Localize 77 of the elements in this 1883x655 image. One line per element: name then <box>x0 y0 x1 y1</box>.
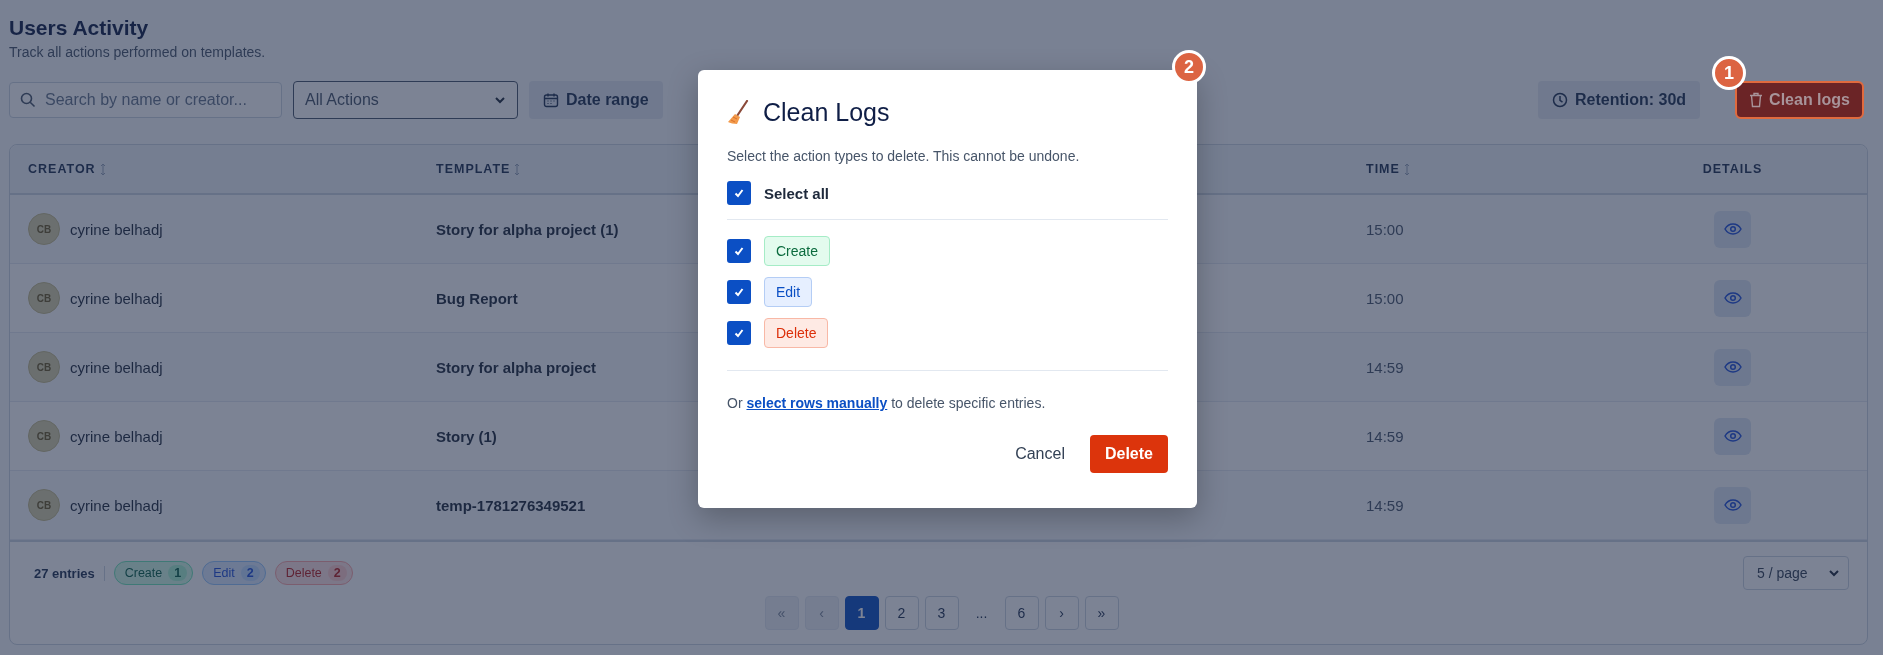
clean-logs-button[interactable]: Clean logs <box>1735 81 1864 119</box>
page-button[interactable]: 2 <box>884 596 919 630</box>
creator-name: cyrine belhadj <box>70 496 163 514</box>
time-cell-text: 14:59 <box>1366 427 1405 445</box>
sort-icon <box>1403 162 1410 176</box>
manual-selection-note: Or select rows manually to delete specific entries. <box>727 395 1047 411</box>
date-range-button[interactable]: Date range <box>529 81 663 119</box>
clock-icon <box>1551 92 1568 108</box>
broom-icon <box>727 99 749 126</box>
column-header[interactable]: TEMPLATE <box>436 162 511 176</box>
time-cell-text: 14:59 <box>1366 496 1405 514</box>
template-name: Bug Report <box>436 289 518 307</box>
select-all-label: Select all <box>764 184 830 202</box>
column-header: DETAILS <box>1702 162 1763 176</box>
action-type-tag: Edit <box>764 277 813 307</box>
search-field[interactable]: Search by name or creator... <box>9 82 282 118</box>
eye-icon <box>1723 430 1742 442</box>
cancel-button[interactable]: Cancel <box>1015 437 1065 471</box>
step-marker: 1 <box>1712 56 1746 90</box>
view-details-button[interactable] <box>1714 279 1751 317</box>
pagination-ellipsis: ... <box>974 604 989 623</box>
template-name: Story for alpha project <box>436 358 597 376</box>
page-button[interactable]: » <box>1084 596 1119 630</box>
page-subtitle: Track all actions performed on templates. <box>9 44 267 60</box>
action-count-tag: Create 1 <box>113 561 194 585</box>
action-filter-dropdown[interactable]: All Actions <box>293 81 518 119</box>
sort-icon <box>514 162 521 176</box>
view-details-button[interactable] <box>1714 486 1751 524</box>
eye-icon <box>1723 292 1742 304</box>
checkmark-icon <box>733 327 745 339</box>
time-cell-text: 15:00 <box>1366 220 1405 238</box>
retention-button[interactable]: Retention: 30d <box>1537 81 1701 119</box>
sort-icon <box>99 162 106 176</box>
action-count-tag: Edit 2 <box>202 561 266 585</box>
page-title: Users Activity <box>9 16 150 40</box>
page-size-dropdown[interactable]: 5 / page <box>1743 556 1849 590</box>
step-marker: 2 <box>1172 50 1206 84</box>
chevron-down-icon <box>1828 569 1840 577</box>
eye-icon <box>1723 361 1742 373</box>
creator-name: cyrine belhadj <box>70 427 163 445</box>
template-name: Story for alpha project (1) <box>436 220 619 238</box>
action-type-tag: Create <box>764 236 831 266</box>
select-rows-link[interactable]: select rows manually <box>746 395 888 411</box>
view-details-button[interactable] <box>1714 210 1751 248</box>
time-cell-text: 15:00 <box>1366 289 1405 307</box>
page-button[interactable]: › <box>1044 596 1079 630</box>
calendar-icon <box>543 92 559 108</box>
eye-icon <box>1723 223 1742 235</box>
time-cell-text: 14:59 <box>1366 358 1405 376</box>
page-button[interactable]: 1 <box>844 596 879 630</box>
page-button[interactable]: 3 <box>924 596 959 630</box>
chevron-down-icon <box>494 96 506 104</box>
template-name: Story (1) <box>436 427 497 445</box>
eye-icon <box>1723 499 1742 511</box>
action-type-tag: Delete <box>764 318 829 348</box>
checkmark-icon <box>733 187 745 199</box>
action-type-checkbox[interactable] <box>727 321 751 345</box>
view-details-button[interactable] <box>1714 348 1751 386</box>
entries-count: 27 entries <box>34 565 105 581</box>
select-all-checkbox[interactable] <box>727 181 751 205</box>
column-header[interactable]: TIME <box>1366 162 1400 176</box>
dialog-description: Select the action types to delete. This cannot be undone. <box>727 148 1081 164</box>
creator-name: cyrine belhadj <box>70 220 163 238</box>
page-button[interactable]: 6 <box>1004 596 1039 630</box>
action-count-tag: Delete 2 <box>274 561 353 585</box>
creator-name: cyrine belhadj <box>70 289 163 307</box>
action-type-checkbox[interactable] <box>727 280 751 304</box>
trash-icon <box>1749 92 1764 108</box>
creator-name: cyrine belhadj <box>70 358 163 376</box>
delete-button[interactable]: Delete <box>1089 435 1168 473</box>
checkmark-icon <box>733 245 745 257</box>
template-name: temp-1781276349521 <box>436 496 586 514</box>
checkmark-icon <box>733 286 745 298</box>
action-type-checkbox[interactable] <box>727 239 751 263</box>
column-header[interactable]: CREATOR <box>28 162 96 176</box>
view-details-button[interactable] <box>1714 417 1751 455</box>
dialog-title: Clean Logs <box>763 98 890 127</box>
